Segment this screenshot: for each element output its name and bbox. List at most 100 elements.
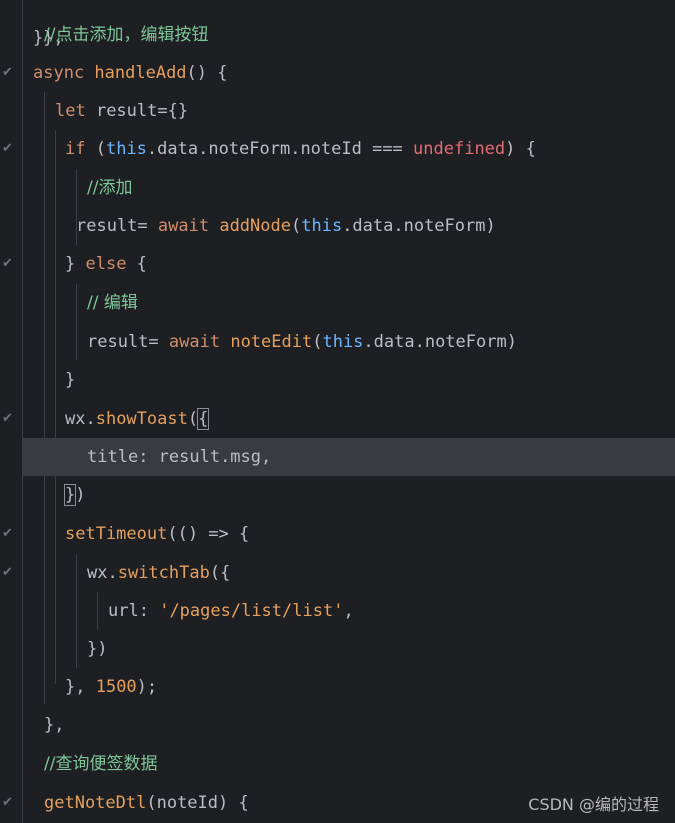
code-text: wx.showToast({ (65, 400, 210, 438)
code-text: wx.switchTab({ (87, 554, 230, 592)
code-token: else (85, 254, 137, 274)
code-text: title: result.msg, (87, 438, 271, 476)
code-line[interactable]: ✔ setTimeout(() => { (0, 515, 675, 553)
code-line[interactable]: result= await addNode(this.data.noteForm… (0, 207, 675, 245)
gutter-check-icon: ✔ (2, 141, 13, 156)
gutter-check-icon: ✔ (2, 565, 13, 580)
code-token: ( (312, 332, 323, 352)
code-token: } (63, 484, 77, 506)
code-token: //添加 (87, 178, 133, 198)
code-token: result (76, 216, 138, 236)
code-line[interactable]: result= await noteEdit(this.data.noteFor… (0, 323, 675, 361)
watermark: CSDN @编的过程 (528, 795, 659, 814)
code-token: wx. (87, 563, 118, 583)
code-token: .data.noteForm) (342, 216, 496, 236)
code-token: = (137, 216, 158, 236)
code-token: handleAdd (94, 63, 187, 83)
code-token: (noteId) { (146, 793, 249, 813)
code-token: title (87, 447, 139, 467)
code-line[interactable]: }) (0, 630, 675, 668)
code-token: ( (187, 409, 199, 429)
code-token: let (55, 101, 96, 121)
code-text: url: '/pages/list/list', (108, 592, 354, 630)
code-token: this (322, 332, 364, 352)
code-text: result= await addNode(this.data.noteForm… (76, 207, 496, 245)
code-token: : result.msg, (138, 447, 272, 467)
code-line[interactable]: ✔} else { (0, 245, 675, 283)
code-line[interactable]: ✔ wx.switchTab({ (0, 554, 675, 592)
code-token: //查询便签数据 (44, 754, 158, 774)
code-token: }, (44, 715, 65, 735)
code-text: } else { (65, 245, 147, 283)
code-text: async handleAdd() { (33, 54, 228, 92)
code-token: await (157, 216, 220, 236)
gutter-check-icon: ✔ (2, 526, 13, 541)
code-line[interactable]: ✔ wx.showToast({ (0, 400, 675, 438)
code-token: getNoteDtl (44, 793, 147, 813)
code-token: 1500 (95, 677, 137, 697)
code-text: //点击添加，编辑按钮 (44, 16, 208, 54)
code-token: url (108, 601, 139, 621)
code-token: } (65, 370, 76, 390)
code-token: async (33, 63, 95, 83)
code-line[interactable]: let result={} (0, 92, 675, 130)
code-token: ) { (505, 139, 536, 159)
code-line[interactable]: url: '/pages/list/list', (0, 592, 675, 630)
code-token: ( (290, 216, 302, 236)
gutter-check-icon: ✔ (2, 256, 13, 271)
code-token: addNode (219, 216, 291, 236)
code-text: // 编辑 (87, 284, 138, 322)
code-text: result= await noteEdit(this.data.noteFor… (87, 323, 517, 361)
gutter-check-icon: ✔ (2, 795, 13, 810)
code-token: ({ (209, 563, 231, 583)
code-token: noteEdit (230, 332, 313, 352)
code-line[interactable]: ✔ async handleAdd() { (0, 54, 675, 92)
code-token: : (138, 601, 160, 621)
code-line[interactable]: //点击添加，编辑按钮 (0, 16, 675, 54)
code-token: this (301, 216, 343, 236)
code-line[interactable]: }, (0, 706, 675, 744)
code-line[interactable]: //添加 (0, 169, 675, 207)
code-line[interactable]: } (0, 361, 675, 399)
gutter-check-icon: ✔ (2, 411, 13, 426)
code-text: setTimeout(() => { (65, 515, 249, 553)
code-token: this (105, 139, 147, 159)
code-token: if (65, 139, 96, 159)
code-editor[interactable]: }}, //点击添加，编辑按钮 ✔ async handleAdd() {let r… (0, 0, 675, 823)
code-token: result (95, 101, 158, 121)
code-token: .data.noteForm.noteId === (146, 139, 414, 159)
code-token: setTimeout (65, 524, 168, 544)
code-token: }) (87, 639, 108, 659)
code-line-current[interactable]: title: result.msg, (22, 438, 675, 476)
code-line[interactable]: //查询便签数据 (0, 745, 675, 783)
code-token: { (136, 254, 147, 274)
code-line[interactable]: // 编辑 (0, 284, 675, 322)
code-token: ) (75, 485, 86, 505)
code-token: () { (186, 63, 228, 83)
code-token: = (148, 332, 169, 352)
code-token: ); (136, 677, 158, 697)
code-line[interactable]: }) (0, 476, 675, 514)
code-token: ( (95, 139, 106, 159)
code-text: }) (63, 476, 86, 514)
code-text: } (65, 361, 75, 399)
code-token: } (65, 254, 86, 274)
code-line[interactable]: ✔ if (this.data.noteForm.noteId === undef… (0, 130, 675, 168)
code-token: { (197, 408, 210, 430)
code-token: .data.noteForm) (363, 332, 517, 352)
code-text: getNoteDtl(noteId) { (44, 784, 249, 822)
code-token: }, (65, 677, 96, 697)
code-token: (() => { (167, 524, 250, 544)
code-text: }) (87, 630, 107, 668)
code-token: undefined (413, 139, 506, 159)
code-text: }, (44, 706, 64, 744)
code-token: // 编辑 (87, 293, 138, 313)
code-token: wx. (65, 409, 96, 429)
code-text: }, 1500); (65, 668, 157, 706)
code-text: let result={} (55, 92, 188, 130)
code-token: result (87, 332, 149, 352)
code-line[interactable]: }, 1500); (0, 668, 675, 706)
code-token: , (343, 601, 354, 621)
code-token: switchTab (117, 563, 210, 583)
code-text: if (this.data.noteForm.noteId === undefi… (65, 130, 536, 168)
